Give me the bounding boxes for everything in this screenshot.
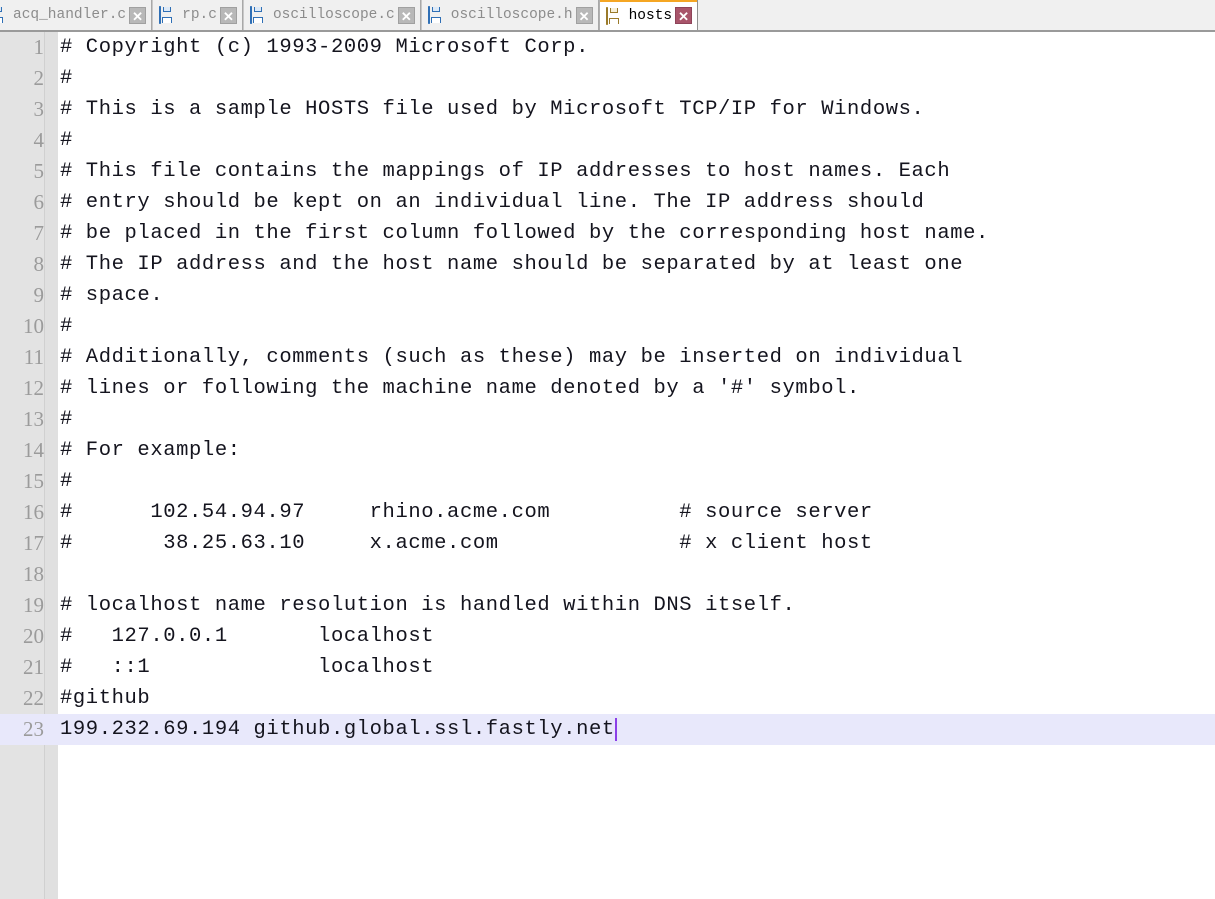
tab-label: oscilloscope.c	[272, 7, 395, 23]
line-number: 18	[23, 562, 44, 586]
tab-label: oscilloscope.h	[450, 7, 573, 23]
tab-label: acq_handler.c	[13, 7, 127, 23]
tab-hosts[interactable]: hosts ✕	[598, 0, 699, 30]
line-number: 11	[23, 345, 44, 369]
tab-label: hosts	[628, 7, 673, 24]
code-line[interactable]: 18	[0, 559, 1215, 590]
code-lines[interactable]: 1 # Copyright (c) 1993-2009 Microsoft Cor…	[0, 32, 1215, 745]
tab-close-icon[interactable]: ✕	[575, 6, 593, 24]
line-text[interactable]: # The IP address and the host name shoul…	[60, 249, 1215, 280]
tab-oscilloscope-h[interactable]: oscilloscope.h ✕	[420, 0, 599, 30]
line-text[interactable]: # 127.0.0.1 localhost	[60, 621, 1215, 652]
line-text[interactable]: # entry should be kept on an individual …	[60, 187, 1215, 218]
code-line[interactable]: 12 # lines or following the machine name …	[0, 373, 1215, 404]
line-text[interactable]: # be placed in the first column followed…	[60, 218, 1215, 249]
line-text[interactable]: # space.	[60, 280, 1215, 311]
line-number: 21	[23, 655, 44, 679]
floppy-disk-icon	[249, 6, 266, 24]
line-text[interactable]: # localhost name resolution is handled w…	[60, 590, 1215, 621]
code-line[interactable]: 7 # be placed in the first column followe…	[0, 218, 1215, 249]
line-number: 19	[23, 593, 44, 617]
tab-close-icon[interactable]: ✕	[129, 6, 147, 24]
code-line[interactable]: 5 # This file contains the mappings of IP…	[0, 156, 1215, 187]
tab-acq-handler-c[interactable]: acq_handler.c ✕	[0, 0, 153, 30]
floppy-disk-icon	[427, 6, 444, 24]
floppy-disk-glyph	[249, 6, 252, 24]
floppy-disk-icon	[0, 7, 6, 23]
code-line[interactable]: 21 # ::1 localhost	[0, 652, 1215, 683]
line-number: 17	[23, 531, 44, 555]
line-text[interactable]: #	[60, 404, 1215, 435]
line-text[interactable]: # Additionally, comments (such as these)…	[60, 342, 1215, 373]
line-number: 8	[33, 252, 45, 276]
code-line[interactable]: 13 #	[0, 404, 1215, 435]
code-line[interactable]: 15 #	[0, 466, 1215, 497]
line-number: 13	[23, 407, 44, 431]
editor-window: acq_handler.c ✕ rp.c ✕ oscilloscope.c ✕ oscill…	[0, 0, 1215, 899]
line-number: 7	[33, 221, 45, 245]
tab-bar: acq_handler.c ✕ rp.c ✕ oscilloscope.c ✕ oscill…	[0, 0, 1215, 32]
line-number: 2	[33, 66, 45, 90]
line-text[interactable]: #	[60, 63, 1215, 94]
line-text[interactable]: #	[60, 466, 1215, 497]
code-line[interactable]: 3 # This is a sample HOSTS file used by M…	[0, 94, 1215, 125]
line-text[interactable]: # This file contains the mappings of IP …	[60, 156, 1215, 187]
tab-rp-c[interactable]: rp.c ✕	[152, 0, 243, 30]
code-line[interactable]: 17 # 38.25.63.10 x.acme.com # x client ho…	[0, 528, 1215, 559]
code-line[interactable]: 2 #	[0, 63, 1215, 94]
line-number: 6	[33, 190, 45, 214]
floppy-disk-icon	[605, 6, 622, 25]
tab-close-icon[interactable]: ✕	[675, 7, 693, 24]
tab-label: rp.c	[182, 7, 217, 23]
code-line[interactable]: 6 # entry should be kept on an individual…	[0, 187, 1215, 218]
code-line[interactable]: 22 #github	[0, 683, 1215, 714]
code-line[interactable]: 16 # 102.54.94.97 rhino.acme.com # source…	[0, 497, 1215, 528]
code-line[interactable]: 11 # Additionally, comments (such as thes…	[0, 342, 1215, 373]
line-number: 20	[23, 624, 44, 648]
line-number: 15	[23, 469, 44, 493]
line-number: 3	[33, 97, 45, 121]
line-number: 16	[23, 500, 44, 524]
line-number: 23	[23, 717, 44, 741]
line-text[interactable]: 199.232.69.194 github.global.ssl.fastly.…	[60, 714, 1215, 745]
floppy-disk-glyph	[159, 6, 162, 24]
code-line[interactable]: 1 # Copyright (c) 1993-2009 Microsoft Cor…	[0, 32, 1215, 63]
line-number: 22	[23, 686, 44, 710]
code-line-active[interactable]: 23 199.232.69.194 github.global.ssl.fastl…	[0, 714, 1215, 745]
floppy-disk-glyph	[605, 6, 608, 25]
line-text[interactable]: #	[60, 125, 1215, 156]
code-line[interactable]: 4 #	[0, 125, 1215, 156]
line-number: 10	[23, 314, 44, 338]
line-text[interactable]: # 102.54.94.97 rhino.acme.com # source s…	[60, 497, 1215, 528]
line-text[interactable]: #github	[60, 683, 1215, 714]
floppy-disk-icon	[159, 6, 175, 24]
line-text[interactable]: # For example:	[60, 435, 1215, 466]
line-text[interactable]: # 38.25.63.10 x.acme.com # x client host	[60, 528, 1215, 559]
code-editor-area[interactable]: 1 # Copyright (c) 1993-2009 Microsoft Cor…	[0, 32, 1215, 899]
line-number: 9	[33, 283, 45, 307]
line-number: 4	[33, 128, 45, 152]
line-text[interactable]: # This is a sample HOSTS file used by Mi…	[60, 94, 1215, 125]
line-number: 12	[23, 376, 44, 400]
code-line[interactable]: 20 # 127.0.0.1 localhost	[0, 621, 1215, 652]
code-line[interactable]: 14 # For example:	[0, 435, 1215, 466]
line-number: 5	[33, 159, 45, 183]
line-number: 14	[23, 438, 44, 462]
code-line[interactable]: 10 #	[0, 311, 1215, 342]
code-line[interactable]: 8 # The IP address and the host name shou…	[0, 249, 1215, 280]
tab-oscilloscope-c[interactable]: oscilloscope.c ✕	[242, 0, 421, 30]
line-text[interactable]: # Copyright (c) 1993-2009 Microsoft Corp…	[60, 32, 1215, 63]
line-text[interactable]: # ::1 localhost	[60, 652, 1215, 683]
line-text[interactable]: #	[60, 311, 1215, 342]
tab-close-icon[interactable]: ✕	[219, 6, 237, 24]
code-line[interactable]: 9 # space.	[0, 280, 1215, 311]
line-number: 1	[33, 35, 45, 59]
text-caret	[614, 718, 617, 741]
floppy-disk-glyph	[427, 6, 430, 24]
code-line[interactable]: 19 # localhost name resolution is handled…	[0, 590, 1215, 621]
line-text[interactable]: # lines or following the machine name de…	[60, 373, 1215, 404]
tab-close-icon[interactable]: ✕	[397, 6, 415, 24]
